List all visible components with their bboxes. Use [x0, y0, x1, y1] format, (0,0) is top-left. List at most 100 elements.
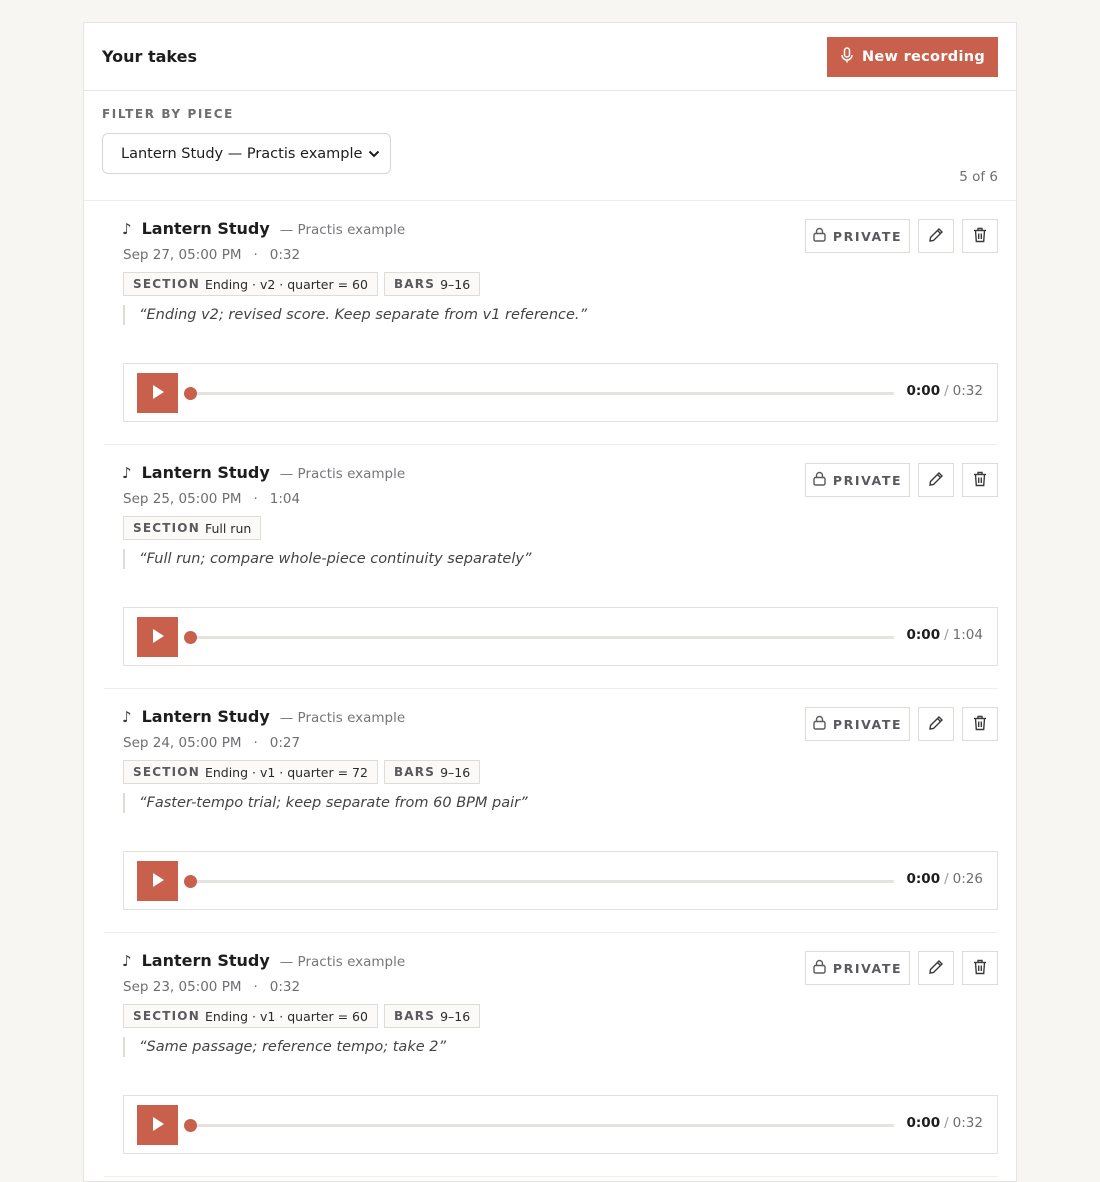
visibility-button[interactable]: PRIVATE: [805, 707, 910, 741]
section-tag: SECTION Ending · v1 · quarter = 72: [123, 760, 378, 784]
play-button[interactable]: [137, 373, 178, 413]
take-note: “Full run; compare whole-piece continuit…: [123, 549, 531, 569]
total-time: 1:04: [952, 627, 983, 643]
bars-tag: BARS 9–16: [383, 1004, 481, 1028]
visibility-label: PRIVATE: [832, 228, 903, 244]
music-note-icon: ♪: [122, 464, 132, 482]
take-tags: SECTION Ending · v1 · quarter = 72 BARS 9–…: [123, 760, 481, 784]
delete-button[interactable]: [962, 463, 998, 497]
take-actions: PRIVATE: [805, 707, 998, 741]
total-time: 0:26: [952, 871, 983, 887]
play-button[interactable]: [137, 1105, 178, 1145]
take-meta: Sep 24, 05:00 PM · 0:27: [123, 735, 300, 751]
microphone-icon: [840, 46, 854, 67]
take-card: ♪ Lantern Study — Practis example Sep 27…: [104, 201, 998, 445]
take-piece-subtitle: — Practis example: [279, 710, 406, 726]
edit-button[interactable]: [918, 951, 954, 985]
audio-player: 0:00/0:32: [123, 363, 998, 422]
current-time: 0:00: [906, 1115, 941, 1131]
piece-filter-select[interactable]: Lantern Study — Practis example: [102, 133, 391, 174]
take-piece-name: Lantern Study: [141, 707, 270, 726]
time-separator: /: [944, 871, 949, 887]
section-tag-label: SECTION: [133, 765, 200, 779]
edit-button[interactable]: [918, 707, 954, 741]
delete-button[interactable]: [962, 219, 998, 253]
play-button[interactable]: [137, 861, 178, 901]
panel-header: Your takes New recording: [84, 23, 1016, 91]
take-card: ♪ Lantern Study — Practis example Sep 23…: [104, 933, 998, 1177]
take-note: “Faster-tempo trial; keep separate from …: [123, 793, 528, 813]
take-piece-name: Lantern Study: [141, 219, 270, 238]
current-time: 0:00: [906, 383, 941, 399]
new-recording-button[interactable]: New recording: [827, 36, 998, 77]
take-piece-subtitle: — Practis example: [279, 466, 406, 482]
takes-panel: Your takes New recording FILTER BY PIECE…: [83, 22, 1017, 1182]
seek-handle[interactable]: [184, 631, 197, 644]
pencil-icon: [928, 715, 944, 734]
seek-handle[interactable]: [184, 1119, 197, 1132]
section-tag-value: Ending · v2 · quarter = 60: [204, 276, 368, 292]
audio-player: 0:00/0:32: [123, 1095, 998, 1154]
trash-icon: [973, 959, 987, 978]
bars-tag-label: BARS: [393, 277, 436, 291]
take-piece-name: Lantern Study: [141, 463, 270, 482]
take-card: ♪ Lantern Study — Practis example Sep 25…: [104, 445, 998, 689]
seek-handle[interactable]: [184, 875, 197, 888]
takes-list: ♪ Lantern Study — Practis example Sep 27…: [84, 201, 1016, 1177]
page-title: Your takes: [102, 47, 197, 66]
visibility-button[interactable]: PRIVATE: [805, 951, 910, 985]
bars-tag-value: 9–16: [440, 1008, 471, 1024]
take-date: Sep 24, 05:00 PM: [123, 735, 242, 751]
visibility-button[interactable]: PRIVATE: [805, 219, 910, 253]
section-tag-label: SECTION: [133, 1009, 200, 1023]
piece-filter-value: Lantern Study — Practis example: [121, 145, 363, 162]
trash-icon: [973, 715, 987, 734]
music-note-icon: ♪: [122, 952, 132, 970]
take-date: Sep 27, 05:00 PM: [123, 247, 242, 263]
playback-time: 0:00/1:04: [907, 627, 983, 643]
bars-tag: BARS 9–16: [383, 272, 481, 296]
section-tag-value: Ending · v1 · quarter = 60: [204, 1008, 368, 1024]
edit-button[interactable]: [918, 463, 954, 497]
seek-bar[interactable]: [184, 387, 894, 400]
delete-button[interactable]: [962, 951, 998, 985]
meta-separator: ·: [253, 979, 258, 995]
take-actions: PRIVATE: [805, 951, 998, 985]
play-icon: [151, 628, 165, 647]
section-tag: SECTION Full run: [123, 516, 262, 540]
filter-section: FILTER BY PIECE Lantern Study — Practis …: [84, 91, 1016, 201]
take-note: “Same passage; reference tempo; take 2”: [123, 1037, 446, 1057]
chevron-down-icon: [368, 146, 380, 162]
edit-button[interactable]: [918, 219, 954, 253]
meta-separator: ·: [253, 735, 258, 751]
take-date: Sep 23, 05:00 PM: [123, 979, 242, 995]
seek-handle[interactable]: [184, 387, 197, 400]
audio-player: 0:00/1:04: [123, 607, 998, 666]
visibility-label: PRIVATE: [832, 716, 903, 732]
audio-player: 0:00/0:26: [123, 851, 998, 910]
play-icon: [151, 384, 165, 403]
section-tag: SECTION Ending · v2 · quarter = 60: [123, 272, 378, 296]
play-icon: [151, 872, 165, 891]
time-separator: /: [944, 627, 949, 643]
take-piece-subtitle: — Practis example: [279, 954, 406, 970]
delete-button[interactable]: [962, 707, 998, 741]
current-time: 0:00: [906, 871, 941, 887]
seek-bar[interactable]: [184, 631, 894, 644]
seek-bar[interactable]: [184, 1119, 894, 1132]
play-button[interactable]: [137, 617, 178, 657]
lock-icon: [813, 227, 826, 245]
play-icon: [151, 1116, 165, 1135]
visibility-button[interactable]: PRIVATE: [805, 463, 910, 497]
seek-bar[interactable]: [184, 875, 894, 888]
playback-time: 0:00/0:32: [907, 383, 983, 399]
take-date: Sep 25, 05:00 PM: [123, 491, 242, 507]
current-time: 0:00: [906, 627, 941, 643]
music-note-icon: ♪: [122, 220, 132, 238]
filter-label: FILTER BY PIECE: [102, 107, 234, 121]
take-actions: PRIVATE: [805, 463, 998, 497]
take-note: “Ending v2; revised score. Keep separate…: [123, 305, 587, 325]
lock-icon: [813, 715, 826, 733]
pencil-icon: [928, 227, 944, 246]
section-tag-value: Full run: [204, 520, 252, 536]
